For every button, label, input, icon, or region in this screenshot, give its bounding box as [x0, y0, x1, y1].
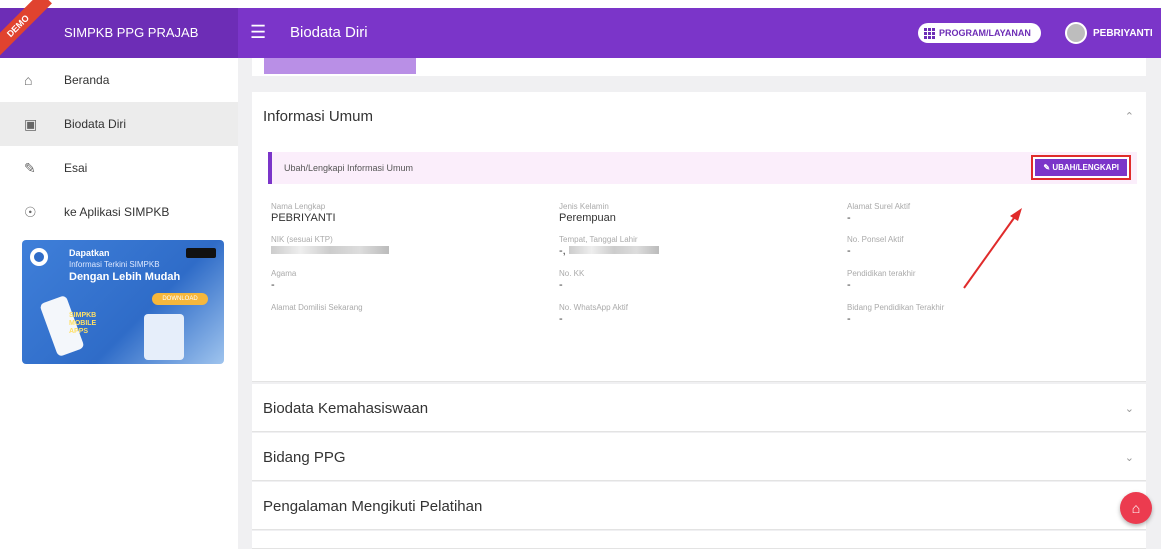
active-tab-indicator [264, 58, 416, 74]
next-panel-partial [252, 531, 1146, 549]
avatar [1065, 22, 1087, 44]
pengalaman-pelatihan-panel[interactable]: Pengalaman Mengikuti Pelatihan [252, 482, 1146, 530]
sidebar-item-esai[interactable]: ✎ Esai [0, 146, 238, 190]
program-layanan-button[interactable]: PROGRAM/LAYANAN [918, 23, 1041, 43]
sidebar-item-biodata-diri[interactable]: ▣ Biodata Diri [0, 102, 238, 146]
simpkb-logo [30, 248, 48, 266]
panel-title: Pengalaman Mengikuti Pelatihan [263, 497, 483, 515]
sidebar-item-label: Biodata Diri [64, 117, 127, 131]
id-card-icon: ▣ [24, 115, 38, 132]
sidebar-item-label: Beranda [64, 73, 110, 87]
mobile-app-banner[interactable]: Dapatkan Informasi Terkini SIMPKB Dengan… [22, 240, 224, 364]
demo-ribbon: DEMO [0, 0, 52, 60]
chevron-down-icon[interactable]: ⌄ [1125, 451, 1134, 464]
google-play-badge [186, 248, 216, 258]
annotation-arrow [963, 208, 1022, 289]
sidebar-item-label: Esai [64, 161, 88, 175]
apps-grid-icon [924, 27, 935, 39]
informasi-umum-panel: Informasi Umum ⌃ Ubah/Lengkapi Informasi… [252, 92, 1146, 382]
biodata-kemahasiswaan-panel[interactable]: Biodata Kemahasiswaan ⌄ [252, 384, 1146, 432]
sidebar-item-beranda[interactable]: ⌂ Beranda [0, 58, 238, 102]
home-fab-button[interactable]: ⌂ [1120, 492, 1152, 524]
panel-title: Bidang PPG [263, 448, 346, 466]
main-content: Informasi Umum ⌃ Ubah/Lengkapi Informasi… [238, 58, 1161, 549]
network-icon: ☉ [24, 203, 37, 220]
banner-line-2: Informasi Terkini SIMPKB [69, 260, 160, 269]
panel-title: Biodata Kemahasiswaan [263, 399, 429, 417]
banner-apps-label: SIMPKB MOBILE APPS [69, 312, 97, 335]
panel-header[interactable]: Pengalaman Mengikuti Pelatihan [252, 482, 1146, 530]
home-icon: ⌂ [1131, 500, 1141, 516]
home-icon: ⌂ [24, 72, 33, 88]
page-title: Biodata Diri [290, 24, 368, 41]
brand-title[interactable]: SIMPKB PPG PRAJAB [64, 25, 198, 40]
menu-icon[interactable]: ☰ [250, 22, 266, 43]
brand-area: DEMO SIMPKB PPG PRAJAB [0, 0, 238, 60]
tab-strip [252, 58, 1146, 76]
program-layanan-label: PROGRAM/LAYANAN [939, 28, 1031, 38]
top-app-bar: DEMO SIMPKB PPG PRAJAB ☰ Biodata Diri PR… [0, 0, 1161, 60]
banner-line-3: Dengan Lebih Mudah [69, 271, 181, 283]
hand-illustration [144, 314, 184, 360]
sidebar-item-aplikasi-simpkb[interactable]: ☉ ke Aplikasi SIMPKB [0, 190, 238, 234]
user-menu[interactable]: PEBRIYANTI [1065, 22, 1153, 44]
edit-icon: ✎ [24, 159, 36, 176]
panel-header[interactable]: Bidang PPG ⌄ [252, 433, 1146, 481]
banner-download-button[interactable]: DOWNLOAD [152, 293, 208, 305]
panel-header[interactable]: Biodata Kemahasiswaan ⌄ [252, 384, 1146, 432]
bidang-ppg-panel[interactable]: Bidang PPG ⌄ [252, 433, 1146, 481]
user-name: PEBRIYANTI [1093, 27, 1153, 39]
sidebar-item-label: ke Aplikasi SIMPKB [64, 205, 170, 219]
banner-line-1: Dapatkan [69, 248, 110, 258]
sidebar: ⌂ Beranda ▣ Biodata Diri ✎ Esai ☉ ke Apl… [0, 58, 238, 549]
chevron-down-icon[interactable]: ⌄ [1125, 402, 1134, 415]
